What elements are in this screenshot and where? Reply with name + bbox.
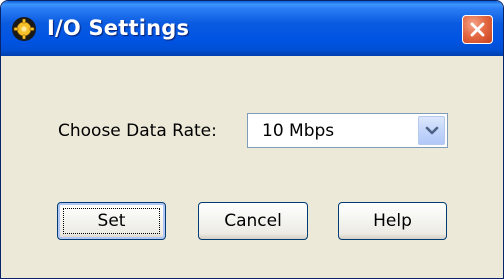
io-settings-dialog: I/O Settings Choose Data Rate: 10 Mbps S…: [0, 0, 504, 279]
cancel-button[interactable]: Cancel: [198, 202, 308, 240]
window-title: I/O Settings: [47, 16, 190, 40]
help-button[interactable]: Help: [338, 202, 447, 240]
close-button[interactable]: [462, 15, 493, 44]
dropdown-arrow-button[interactable]: [418, 116, 445, 145]
dialog-body: Choose Data Rate: 10 Mbps Set Cancel Hel…: [4, 56, 500, 277]
data-rate-dropdown[interactable]: 10 Mbps: [247, 113, 448, 148]
cancel-button-label: Cancel: [224, 211, 282, 231]
gear-icon: [11, 16, 37, 42]
set-button-label: Set: [97, 211, 126, 231]
help-button-label: Help: [373, 211, 412, 231]
data-rate-selected-value: 10 Mbps: [262, 121, 335, 141]
data-rate-label: Choose Data Rate:: [58, 121, 217, 141]
set-button[interactable]: Set: [57, 202, 166, 240]
title-bar[interactable]: I/O Settings: [1, 1, 503, 56]
